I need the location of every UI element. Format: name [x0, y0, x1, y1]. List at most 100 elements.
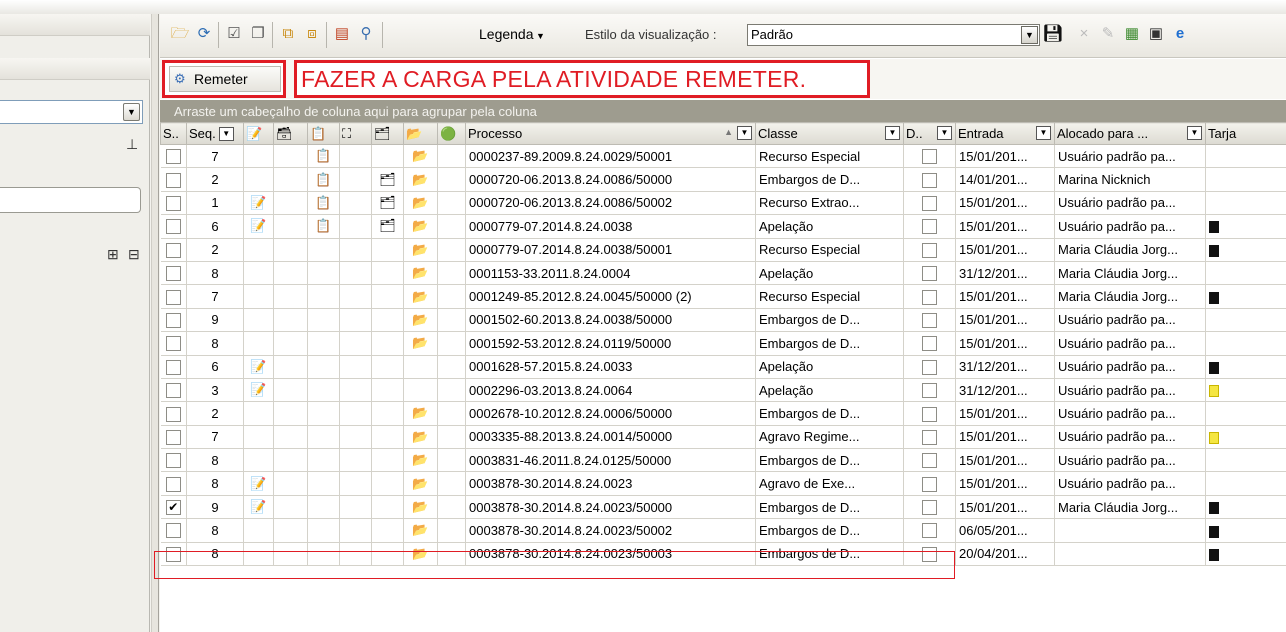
document-icon[interactable]: ▣ — [1146, 24, 1166, 44]
d-checkbox[interactable] — [922, 406, 937, 422]
chevron-down-icon[interactable]: ▼ — [1021, 26, 1038, 44]
col-header-link[interactable]: 🗂 — [371, 122, 404, 145]
window-icon[interactable]: ❐ — [248, 24, 268, 44]
table-row[interactable]: 2 📂 0002678-10.2012.8.24.0006/50000 Embargo… — [160, 401, 1286, 426]
table-row[interactable]: 2 📂 0000779-07.2014.8.24.0038/50001 Recurso… — [160, 238, 1286, 262]
processo-cell[interactable]: 0001249-85.2012.8.24.0045/50000 (2) — [465, 284, 756, 309]
d-checkbox[interactable] — [922, 289, 937, 305]
table-row[interactable]: 6 📝 📋 🗂 📂 0000779-07.2014.8.24.0038 Apelação 15… — [160, 214, 1286, 239]
d-cell[interactable] — [903, 214, 956, 239]
left-search-input[interactable] — [0, 187, 141, 213]
row-checkbox[interactable] — [165, 289, 181, 305]
col-header-note[interactable]: 📝 — [243, 122, 274, 145]
processo-cell[interactable]: 0001628-57.2015.8.24.0033 — [465, 355, 756, 379]
table-row[interactable]: 1 📝 📋 🗂 📂 0000720-06.2013.8.24.0086/50002 Recu… — [160, 191, 1286, 216]
col-header-seq[interactable]: Seq. ▼ — [186, 122, 244, 145]
d-checkbox[interactable] — [922, 242, 937, 258]
row-select-cell[interactable] — [160, 191, 187, 216]
d-checkbox[interactable] — [922, 523, 937, 539]
d-cell[interactable] — [903, 425, 956, 450]
d-checkbox[interactable] — [922, 196, 937, 211]
row-checkbox[interactable] — [165, 359, 181, 375]
row-checkbox[interactable] — [165, 429, 181, 445]
table-row[interactable]: 3 📝 0002296-03.2013.8.24.0064 Apelação 31/12… — [160, 378, 1286, 403]
row-select-cell[interactable] — [160, 238, 187, 262]
processo-cell[interactable]: 0000779-07.2014.8.24.0038 — [465, 214, 756, 239]
row-checkbox[interactable] — [165, 546, 181, 562]
remeter-button[interactable]: ⚙ Remeter — [169, 66, 281, 92]
d-cell[interactable] — [903, 191, 956, 216]
d-cell[interactable] — [903, 261, 956, 286]
tree-expand-icon[interactable]: ⊞ — [107, 246, 119, 263]
col-header-doc[interactable]: 📋 — [307, 122, 340, 145]
col-header-folder[interactable]: 🗃 — [273, 122, 308, 145]
row-select-cell[interactable] — [160, 401, 187, 426]
processo-cell[interactable]: 0003878-30.2014.8.24.0023/50000 — [465, 495, 756, 520]
d-checkbox[interactable] — [922, 172, 937, 188]
table-row[interactable]: ✔ 9 📝 📂 0003878-30.2014.8.24.0023/50000 Embar… — [160, 495, 1286, 520]
d-cell[interactable] — [903, 308, 956, 333]
d-checkbox[interactable] — [922, 453, 937, 469]
d-cell[interactable] — [903, 448, 956, 473]
d-cell[interactable] — [903, 144, 956, 169]
row-checkbox[interactable] — [165, 196, 181, 211]
d-checkbox[interactable] — [922, 429, 937, 445]
processo-cell[interactable]: 0000720-06.2013.8.24.0086/50002 — [465, 191, 756, 216]
copy-icon[interactable]: ⧉ — [278, 24, 298, 44]
table-row[interactable]: 9 📂 0001502-60.2013.8.24.0038/50000 Embargo… — [160, 308, 1286, 333]
processo-cell[interactable]: 0001592-53.2012.8.24.0119/50000 — [465, 331, 756, 356]
open-folder-icon[interactable]: 🗁 — [170, 24, 190, 44]
filter-dropdown-icon[interactable]: ▼ — [737, 126, 752, 140]
processo-cell[interactable]: 0001502-60.2013.8.24.0038/50000 — [465, 308, 756, 333]
table-row[interactable]: 8 📂 0001153-33.2011.8.24.0004 Apelação 31/12… — [160, 261, 1286, 286]
table-row[interactable]: 8 📂 0003831-46.2011.8.24.0125/50000 Embargo… — [160, 448, 1286, 473]
row-select-cell[interactable] — [160, 144, 187, 169]
row-checkbox[interactable] — [165, 383, 181, 399]
view-style-select[interactable]: Padrão ▼ — [747, 24, 1040, 46]
processo-cell[interactable]: 0002296-03.2013.8.24.0064 — [465, 378, 756, 403]
d-cell[interactable] — [903, 401, 956, 426]
d-checkbox[interactable] — [922, 359, 937, 375]
row-checkbox[interactable] — [165, 476, 181, 492]
d-checkbox[interactable] — [922, 476, 937, 492]
tree-collapse-icon[interactable]: ⊟ — [128, 246, 140, 263]
row-select-cell[interactable] — [160, 355, 187, 379]
filter-dropdown-icon[interactable]: ▼ — [1036, 126, 1051, 140]
row-checkbox[interactable] — [165, 172, 181, 188]
d-checkbox[interactable] — [922, 500, 937, 516]
row-select-cell[interactable] — [160, 261, 187, 286]
panel-splitter[interactable] — [151, 14, 159, 632]
d-checkbox[interactable] — [922, 149, 937, 165]
row-select-cell[interactable] — [160, 214, 187, 239]
browser-icon[interactable]: e — [1170, 24, 1190, 44]
legend-menu[interactable]: Legenda ▼ — [479, 26, 545, 42]
table-row[interactable]: 2 📋 🗂 📂 0000720-06.2013.8.24.0086/50000 Embar… — [160, 167, 1286, 192]
col-header-select[interactable]: S.. — [160, 122, 187, 145]
row-checkbox[interactable] — [165, 242, 181, 258]
row-checkbox[interactable] — [165, 149, 181, 165]
left-filter-select[interactable]: ▼ — [0, 100, 143, 124]
excel-export-icon[interactable]: ▦ — [1122, 24, 1142, 44]
row-select-cell[interactable] — [160, 284, 187, 309]
d-cell[interactable] — [903, 167, 956, 192]
table-row[interactable]: 7 📂 0001249-85.2012.8.24.0045/50000 (2) Rec… — [160, 284, 1286, 309]
d-cell[interactable] — [903, 284, 956, 309]
row-select-cell[interactable] — [160, 471, 187, 496]
processo-cell[interactable]: 0003878-30.2014.8.24.0023/50003 — [465, 542, 756, 567]
d-cell[interactable] — [903, 495, 956, 520]
row-checkbox[interactable]: ✔ — [165, 500, 181, 516]
row-checkbox[interactable] — [165, 219, 181, 235]
table-row[interactable]: 8 📝 📂 0003878-30.2014.8.24.0023 Agravo de Ex… — [160, 471, 1286, 496]
row-select-cell[interactable]: ✔ — [160, 495, 187, 520]
group-by-area[interactable]: Arraste um cabeçalho de coluna aqui para… — [160, 100, 1286, 122]
col-header-entrada[interactable]: Entrada ▼ — [955, 122, 1055, 145]
table-row[interactable]: 6 📝 0001628-57.2015.8.24.0033 Apelação 31/12… — [160, 355, 1286, 379]
col-header-d[interactable]: D.. ▼ — [903, 122, 956, 145]
select-all-icon[interactable]: ☑ — [224, 24, 244, 44]
refresh-icon[interactable]: ⟳ — [194, 24, 214, 44]
processo-cell[interactable]: 0002678-10.2012.8.24.0006/50000 — [465, 401, 756, 426]
paste-icon[interactable]: ⧈ — [302, 24, 322, 44]
filter-dropdown-icon[interactable]: ▼ — [885, 126, 900, 140]
row-select-cell[interactable] — [160, 425, 187, 450]
save-icon[interactable]: 💾︎ — [1042, 24, 1064, 44]
